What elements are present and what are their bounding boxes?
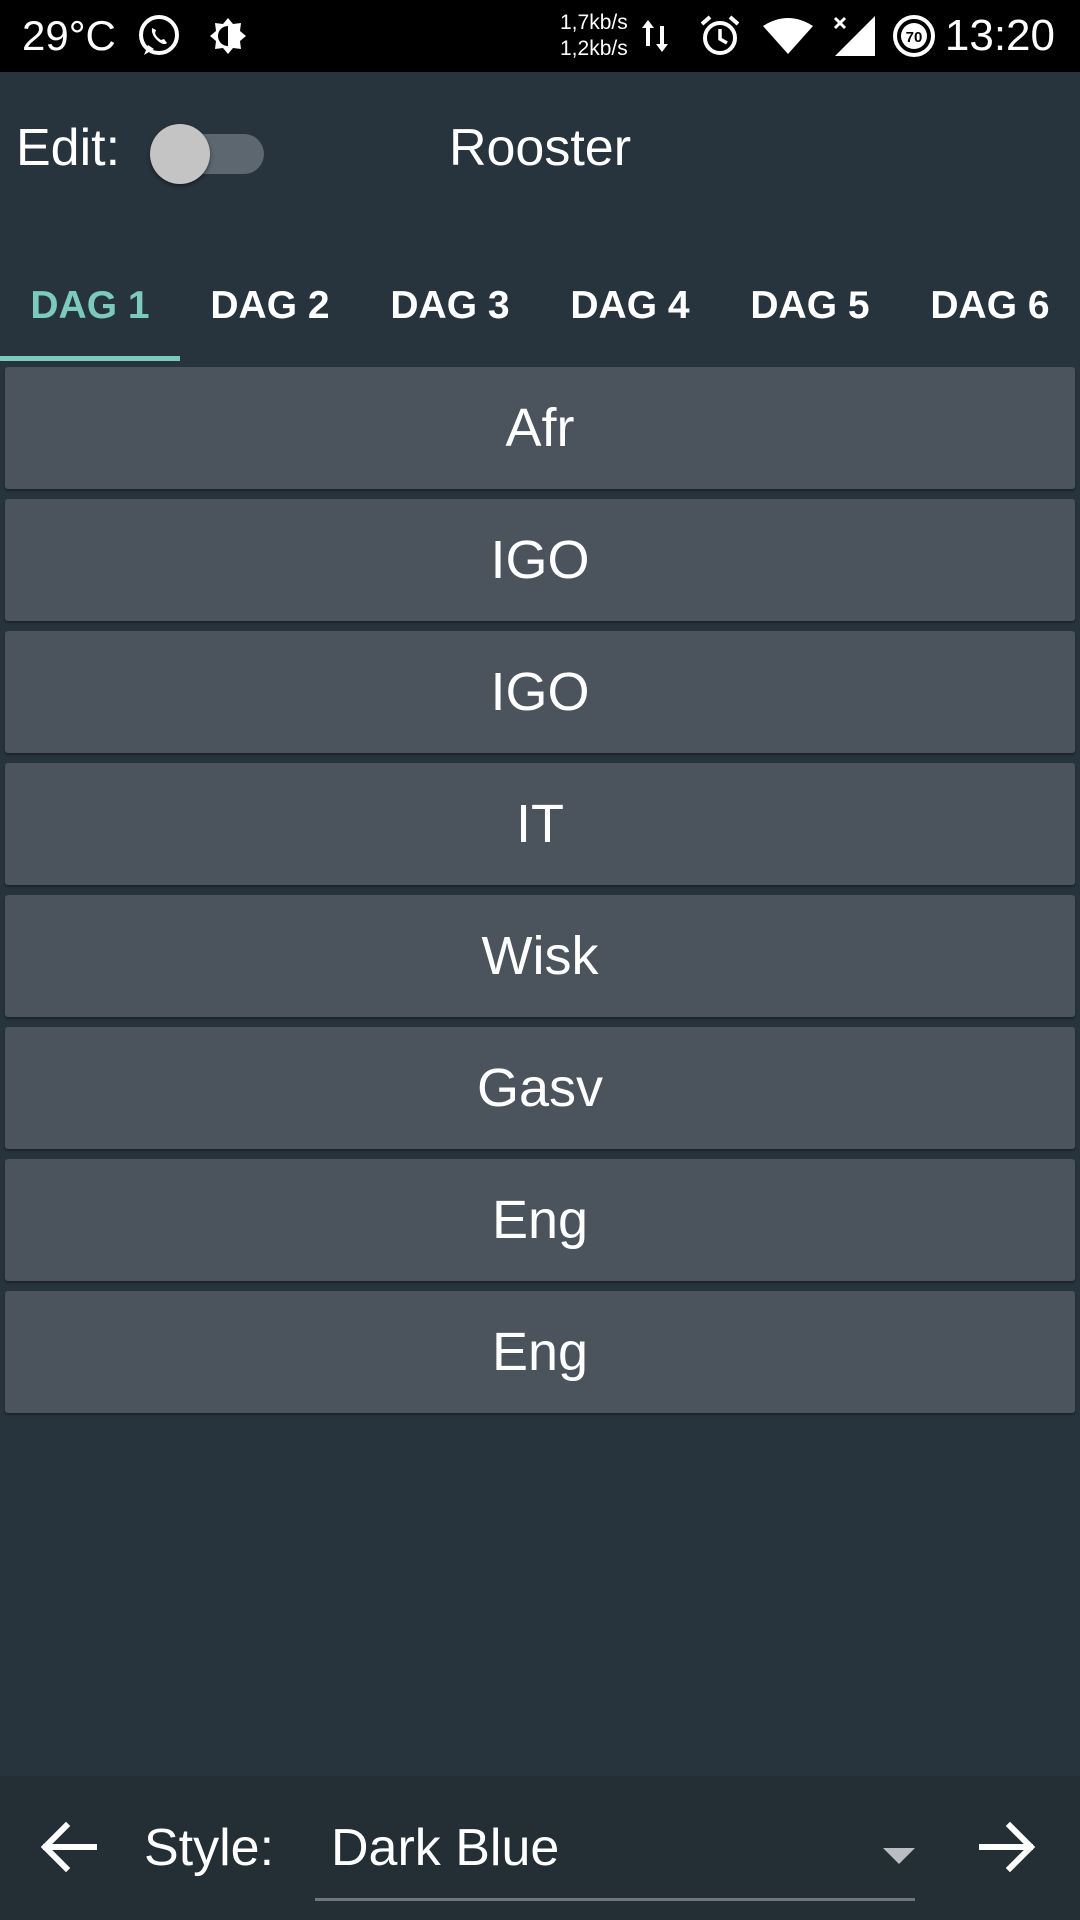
schedule-row[interactable]: IT — [5, 763, 1075, 885]
network-speed: 1,7kb/s 1,2kb/s — [560, 10, 628, 62]
schedule-row[interactable]: Eng — [5, 1159, 1075, 1281]
tab-dag-3[interactable]: DAG 3 — [360, 252, 540, 360]
status-bar: 29°C 1,7kb/s 1,2kb/s 70 13:20 — [0, 0, 1080, 72]
schedule-row[interactable]: IGO — [5, 499, 1075, 621]
active-tab-indicator — [0, 356, 180, 361]
arrow-right-icon — [979, 1821, 1036, 1873]
style-dropdown[interactable]: Dark Blue — [315, 1802, 915, 1902]
schedule-row[interactable]: IGO — [5, 631, 1075, 753]
tab-dag-4[interactable]: DAG 4 — [540, 252, 720, 360]
schedule-row[interactable]: Wisk — [5, 895, 1075, 1017]
bottom-bar: Style: Dark Blue — [0, 1776, 1080, 1920]
schedule-row[interactable]: Gasv — [5, 1027, 1075, 1149]
page-title: Rooster — [448, 119, 632, 177]
schedule-row[interactable]: Eng — [5, 1291, 1075, 1413]
alarm-icon — [696, 12, 744, 60]
battery-icon: 70 — [890, 12, 938, 60]
whatsapp-icon — [134, 12, 184, 60]
tab-dag-1[interactable]: DAG 1 — [0, 252, 180, 360]
download-speed: 1,2kb/s — [560, 37, 628, 60]
data-transfer-icon — [638, 12, 672, 60]
tab-dag-2[interactable]: DAG 2 — [180, 252, 360, 360]
style-selected-value: Dark Blue — [331, 1819, 560, 1877]
tab-dag-6[interactable]: DAG 6 — [900, 252, 1080, 360]
next-day-button[interactable] — [974, 1814, 1040, 1880]
dropdown-underline — [315, 1898, 915, 1901]
upload-speed: 1,7kb/s — [560, 11, 628, 34]
clock-time: 13:20 — [944, 11, 1055, 60]
arrow-left-icon — [40, 1821, 97, 1873]
style-label: Style: — [144, 1819, 275, 1877]
previous-day-button[interactable] — [36, 1814, 102, 1880]
schedule-row[interactable]: Afr — [5, 367, 1075, 489]
tab-dag-5[interactable]: DAG 5 — [720, 252, 900, 360]
brightness-icon — [206, 12, 250, 60]
dropdown-caret-icon — [883, 1848, 915, 1864]
signal-icon — [830, 12, 878, 60]
day-tabs: DAG 1 DAG 2 DAG 3 DAG 4 DAG 5 DAG 6 — [0, 252, 1080, 360]
app-header: Edit: Rooster DAG 1 DAG 2 DAG 3 DAG 4 DA… — [0, 72, 1080, 361]
wifi-icon — [762, 12, 814, 60]
temperature-text: 29°C — [22, 12, 116, 59]
battery-level: 70 — [906, 29, 923, 46]
